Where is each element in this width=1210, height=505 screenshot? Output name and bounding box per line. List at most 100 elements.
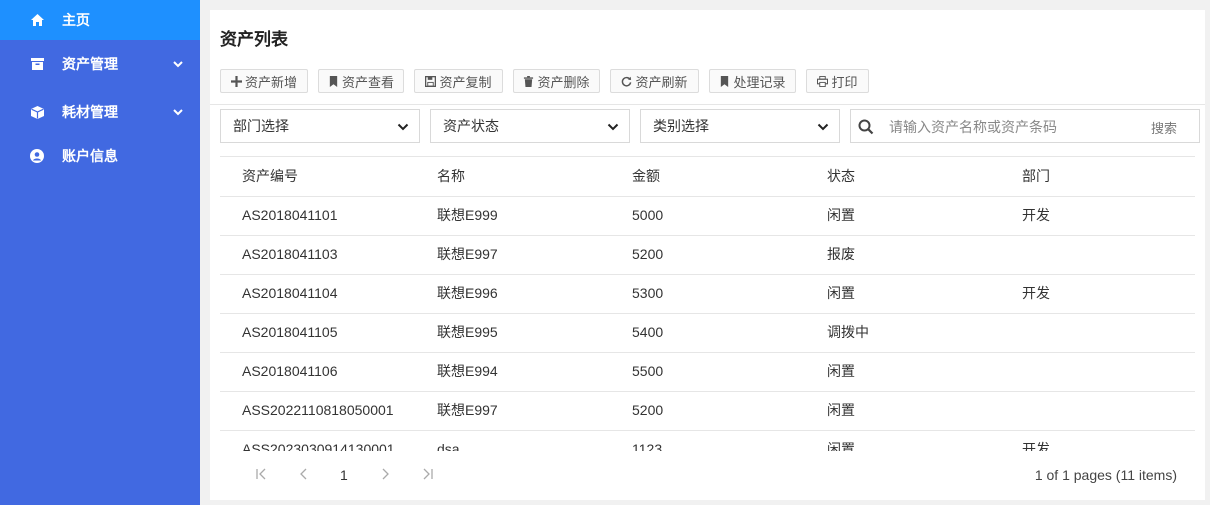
- toolbar-divider: [210, 104, 1205, 105]
- page-title: 资产列表: [220, 30, 288, 49]
- cell-amount: 5000: [632, 207, 664, 223]
- add-asset-button[interactable]: 资产新增: [220, 69, 308, 93]
- cell-amount: 5200: [632, 246, 664, 262]
- column-header-name[interactable]: 名称: [437, 157, 465, 196]
- sidebar-item-asset-management[interactable]: 资产管理: [0, 44, 200, 84]
- user-circle-icon: [30, 149, 44, 163]
- cell-department: 开发: [1022, 285, 1050, 301]
- column-header-department[interactable]: 部门: [1022, 157, 1050, 196]
- main-panel: 资产列表 资产新增 资产查看 资产复制 资产删除 资产刷新 处理记录 打印 部门…: [210, 10, 1205, 500]
- cell-asset-id: AS2018041105: [242, 324, 338, 340]
- category-select-value: 类别选择: [653, 118, 709, 134]
- cell-status: 调拨中: [827, 324, 869, 340]
- bookmark-icon: [329, 75, 338, 87]
- floppy-disk-icon: [425, 75, 437, 87]
- print-label: 打印: [831, 74, 858, 90]
- view-asset-label: 资产查看: [341, 74, 394, 90]
- cell-name: 联想E997: [437, 246, 498, 262]
- table-row[interactable]: AS2018041104 联想E996 5300 闲置 开发: [220, 274, 1195, 314]
- column-header-status[interactable]: 状态: [827, 157, 855, 196]
- table-row[interactable]: AS2018041105 联想E995 5400 调拨中: [220, 313, 1195, 353]
- status-select-value: 资产状态: [443, 118, 499, 134]
- cell-status: 闲置: [827, 441, 855, 451]
- cell-name: 联想E996: [437, 285, 498, 301]
- cell-asset-id: AS2018041101: [242, 207, 338, 223]
- sidebar-item-label: 资产管理: [62, 56, 118, 72]
- cell-department: 开发: [1022, 441, 1050, 451]
- cell-name: 联想E995: [437, 324, 498, 340]
- table-row[interactable]: AS2018041106 联想E994 5500 闲置: [220, 352, 1195, 392]
- first-page-icon[interactable]: [254, 466, 270, 482]
- cell-asset-id: ASS2022110818050001: [242, 402, 394, 418]
- cell-amount: 5200: [632, 402, 664, 418]
- pagination-info: 1 of 1 pages (11 items): [1034, 467, 1177, 483]
- cell-status: 闲置: [827, 285, 855, 301]
- processing-records-label: 处理记录: [733, 74, 786, 90]
- home-icon: [30, 13, 44, 27]
- chevron-down-icon: [397, 123, 409, 131]
- prev-page-icon[interactable]: [296, 466, 312, 482]
- search-button[interactable]: 搜索: [1151, 118, 1177, 137]
- cell-amount: 1123: [632, 441, 663, 451]
- cell-status: 报废: [827, 246, 855, 262]
- cell-asset-id: AS2018041106: [242, 363, 338, 379]
- next-page-icon[interactable]: [377, 466, 393, 482]
- cell-amount: 5300: [632, 285, 664, 301]
- cell-amount: 5500: [632, 363, 664, 379]
- cell-status: 闲置: [827, 363, 855, 379]
- delete-asset-button[interactable]: 资产删除: [513, 69, 600, 93]
- table-row[interactable]: ASS2022110818050001 联想E997 5200 闲置: [220, 391, 1195, 431]
- cell-asset-id: AS2018041103: [242, 246, 338, 262]
- archive-icon: [30, 57, 44, 71]
- cell-asset-id: ASS2023030914130001: [242, 441, 395, 451]
- last-page-icon[interactable]: [419, 466, 435, 482]
- cell-name: 联想E999: [437, 207, 498, 223]
- chevron-down-icon: [607, 123, 619, 131]
- current-page[interactable]: 1: [340, 467, 348, 483]
- sidebar-item-home[interactable]: 主页: [0, 0, 200, 40]
- add-asset-label: 资产新增: [244, 74, 297, 90]
- table-header-row: 资产编号 名称 金额 状态 部门: [220, 157, 1195, 197]
- cell-asset-id: AS2018041104: [242, 285, 338, 301]
- processing-records-button[interactable]: 处理记录: [709, 69, 796, 93]
- category-select[interactable]: 类别选择: [640, 109, 840, 143]
- chevron-down-icon: [817, 123, 829, 131]
- chevron-down-icon: [172, 106, 184, 118]
- table-row[interactable]: AS2018041101 联想E999 5000 闲置 开发: [220, 196, 1195, 236]
- cell-name: 联想E994: [437, 363, 498, 379]
- copy-asset-label: 资产复制: [439, 74, 492, 90]
- search-box: 搜索: [850, 109, 1200, 143]
- chevron-down-icon: [172, 58, 184, 70]
- print-button[interactable]: 打印: [806, 69, 869, 93]
- sidebar-item-consumables-management[interactable]: 耗材管理: [0, 92, 200, 132]
- asset-table: 资产编号 名称 金额 状态 部门 AS2018041101 联想E999 5000 闲…: [220, 156, 1195, 451]
- table-row[interactable]: AS2018041103 联想E997 5200 报废: [220, 235, 1195, 275]
- delete-asset-label: 资产删除: [537, 74, 590, 90]
- plus-icon: [230, 75, 242, 87]
- bookmark-icon: [721, 75, 729, 87]
- sidebar: 主页 资产管理 耗材管理 账户信息: [0, 0, 200, 505]
- sidebar-item-label: 账户信息: [62, 148, 118, 164]
- view-asset-button[interactable]: 资产查看: [318, 69, 404, 93]
- refresh-asset-button[interactable]: 资产刷新: [610, 69, 699, 93]
- search-input[interactable]: [887, 116, 1111, 138]
- cell-name: 联想E997: [437, 402, 498, 418]
- cell-amount: 5400: [632, 324, 664, 340]
- table-row[interactable]: ASS2023030914130001 dsa 1123 闲置 开发: [220, 430, 1195, 451]
- cube-icon: [30, 105, 44, 119]
- sidebar-item-account-info[interactable]: 账户信息: [0, 136, 200, 176]
- column-header-asset-id[interactable]: 资产编号: [242, 157, 298, 196]
- cell-status: 闲置: [827, 402, 855, 418]
- pagination: 1 1 of 1 pages (11 items): [220, 458, 1195, 492]
- department-select-value: 部门选择: [233, 118, 289, 134]
- search-icon: [858, 119, 874, 135]
- sidebar-item-label: 耗材管理: [62, 104, 118, 120]
- refresh-icon: [622, 76, 632, 86]
- refresh-asset-label: 资产刷新: [635, 74, 688, 90]
- column-header-amount[interactable]: 金额: [632, 157, 660, 196]
- status-select[interactable]: 资产状态: [430, 109, 630, 143]
- trash-icon: [524, 75, 534, 87]
- copy-asset-button[interactable]: 资产复制: [414, 69, 503, 93]
- printer-icon: [817, 75, 829, 87]
- department-select[interactable]: 部门选择: [220, 109, 420, 143]
